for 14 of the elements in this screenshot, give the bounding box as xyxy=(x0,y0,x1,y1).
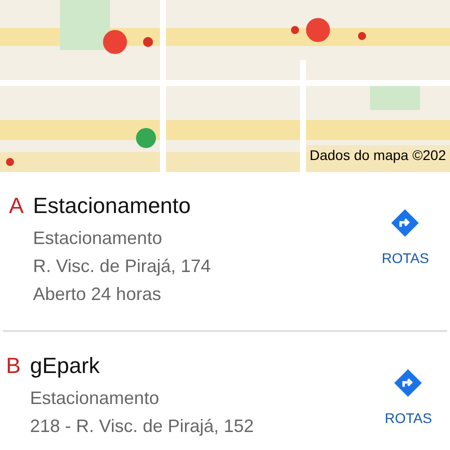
place-name[interactable]: Estacionamento xyxy=(33,192,382,220)
place-detail: Aberto 24 horas xyxy=(33,283,162,306)
place-detail: 218 - R. Visc. de Pirajá, 152 xyxy=(30,415,255,438)
directions-button[interactable]: ROTAS xyxy=(382,192,429,308)
result-letter: A xyxy=(9,192,25,220)
directions-icon xyxy=(390,208,420,238)
place-detail: R. Visc. de Pirajá, 174 xyxy=(33,255,212,278)
place-detail: Estacionamento xyxy=(33,227,164,250)
map-attribution: Dados do mapa ©202 xyxy=(306,145,450,166)
place-name[interactable]: gEpark xyxy=(30,352,385,380)
directions-button[interactable]: ROTAS xyxy=(384,352,432,440)
result-letter: B xyxy=(6,352,22,380)
place-detail: Estacionamento xyxy=(30,387,160,410)
directions-icon xyxy=(393,368,424,398)
